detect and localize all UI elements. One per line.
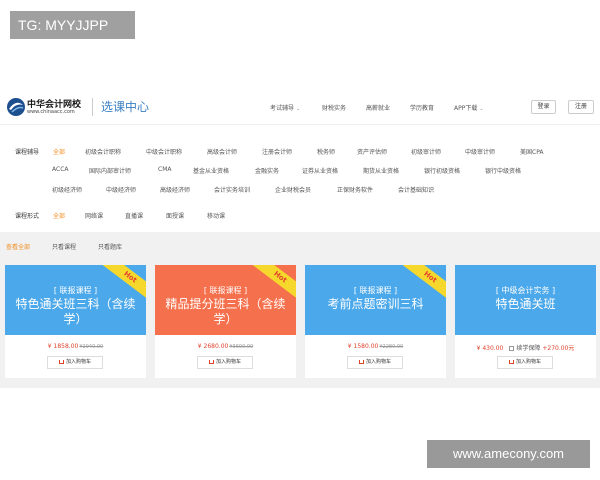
addon-price: +270.00元 <box>542 345 575 352</box>
filter-all[interactable]: 全部 <box>53 147 65 156</box>
chevron-down-icon: ⌄ <box>479 106 484 112</box>
filter-option[interactable]: 银行初级资格 <box>424 166 460 175</box>
course-card[interactable]: [ 联报课程 ] 考前点题密训三科 Hot ¥ 1580.00¥2280.00 … <box>305 265 446 378</box>
filter-panel: 课程辅导 全部 初级会计职称 中级会计职称 高级会计师 注册会计师 税务师 资产… <box>0 124 600 232</box>
card-title: 特色通关班 <box>495 297 556 311</box>
add-to-cart-label: 加入购物车 <box>65 359 91 365</box>
format-option[interactable]: 移动课 <box>207 211 225 220</box>
tab-questions-only[interactable]: 只看题库 <box>98 242 122 251</box>
logo-divider <box>92 98 93 116</box>
price-row: ¥ 1580.00¥2280.00 <box>305 343 446 350</box>
card-banner[interactable]: [ 联报课程 ] 精品提分班三科（含续学） Hot <box>155 265 296 335</box>
filter-option[interactable]: 高级经济师 <box>160 185 190 194</box>
original-price: ¥2940.00 <box>79 344 104 350</box>
filter-option[interactable]: 中级经济师 <box>106 185 136 194</box>
price: ¥ 430.00 <box>476 345 504 352</box>
filter-option[interactable]: ACCA <box>52 166 68 173</box>
card-tag: [ 联报课程 ] <box>353 286 398 295</box>
card-tag: [ 中级会计实务 ] <box>495 286 556 295</box>
add-to-cart-label: 加入购物车 <box>215 359 241 365</box>
card-title: 考前点题密训三科 <box>327 297 424 311</box>
filter-option[interactable]: 税务师 <box>317 147 335 156</box>
card-title: 精品提分班三科（含续学） <box>165 297 286 326</box>
price-row: ¥ 430.00 续学保障 +270.00元 <box>455 343 596 352</box>
cart-icon <box>58 359 64 364</box>
nav-label: APP下载 <box>454 105 478 112</box>
filter-option[interactable]: 基金从业资格 <box>193 166 229 175</box>
price: ¥ 2680.00 <box>197 343 229 350</box>
filter-label-format: 课程形式 <box>15 213 40 220</box>
section-title: 选课中心 <box>101 100 150 114</box>
cart-icon <box>358 359 364 364</box>
filter-option[interactable]: 高级会计师 <box>207 147 237 156</box>
filter-option[interactable]: 会计实务培训 <box>214 185 250 194</box>
register-button[interactable]: 注册 <box>568 100 594 114</box>
tg-badge: TG: MYYJJPP <box>10 11 135 39</box>
card-tag: [ 联报课程 ] <box>203 286 248 295</box>
filter-option[interactable]: 企业财税会员 <box>275 185 311 194</box>
course-card[interactable]: [ 联报课程 ] 精品提分班三科（含续学） Hot ¥ 2680.00¥3600… <box>155 265 296 378</box>
add-to-cart-button[interactable]: 加入购物车 <box>47 356 103 369</box>
addon-label: 续学保障 <box>516 345 541 352</box>
add-to-cart-button[interactable]: 加入购物车 <box>347 356 403 369</box>
filter-option[interactable]: 期货从业资格 <box>363 166 399 175</box>
card-banner[interactable]: [ 联报课程 ] 特色通关班三科（含续学） Hot <box>5 265 146 335</box>
site-logo[interactable]: 中华会计网校 www.chinaacc.com <box>6 94 96 120</box>
price: ¥ 1858.00 <box>47 343 79 350</box>
format-option[interactable]: 面授课 <box>166 211 184 220</box>
filter-label-exam: 课程辅导 <box>15 149 40 156</box>
filter-option[interactable]: 中级会计职称 <box>146 147 182 156</box>
course-card[interactable]: [ 联报课程 ] 特色通关班三科（含续学） Hot ¥ 1858.00¥2940… <box>5 265 146 378</box>
filter-option[interactable]: 资产评估师 <box>357 147 387 156</box>
add-to-cart-button[interactable]: 加入购物车 <box>497 356 553 369</box>
filter-option[interactable]: 美国CPA <box>520 147 544 156</box>
format-all[interactable]: 全部 <box>53 211 65 220</box>
nav-finance-tax[interactable]: 财税实务 <box>322 103 346 112</box>
filter-option[interactable]: 初级会计职称 <box>85 147 121 156</box>
logo-url: www.chinaacc.com <box>27 109 75 115</box>
filter-option[interactable]: 金融实务 <box>255 166 279 175</box>
nav-exam-tutoring[interactable]: 考试辅导 ⌄ <box>270 103 300 112</box>
filter-option[interactable]: 会计基础知识 <box>398 185 434 194</box>
renewal-checkbox[interactable] <box>509 346 515 351</box>
filter-option[interactable]: 中级审计师 <box>465 147 495 156</box>
filter-option[interactable]: 正保财务软件 <box>337 185 373 194</box>
filter-option[interactable]: 初级审计师 <box>411 147 441 156</box>
card-tag: [ 联报课程 ] <box>53 286 98 295</box>
header: 中华会计网校 www.chinaacc.com 选课中心 考试辅导 ⌄ 财税实务 … <box>0 92 600 124</box>
original-price: ¥3600.00 <box>229 344 254 350</box>
add-to-cart-label: 加入购物车 <box>365 359 391 365</box>
nav-employment[interactable]: 高薪就业 <box>366 103 390 112</box>
card-banner[interactable]: [ 中级会计实务 ] 特色通关班 <box>455 265 596 335</box>
tab-view-all[interactable]: 查看全部 <box>6 242 30 251</box>
cart-icon <box>508 359 514 364</box>
filter-option[interactable]: 初级经济师 <box>52 185 82 194</box>
original-price: ¥2280.00 <box>379 344 404 350</box>
price-row: ¥ 2680.00¥3600.00 <box>155 343 296 350</box>
card-banner[interactable]: [ 联报课程 ] 考前点题密训三科 Hot <box>305 265 446 335</box>
chevron-down-icon: ⌄ <box>296 106 301 112</box>
tab-courses-only[interactable]: 只看课程 <box>52 242 76 251</box>
nav-degree-education[interactable]: 学历教育 <box>410 103 434 112</box>
card-title: 特色通关班三科（含续学） <box>15 297 136 326</box>
logo-icon <box>7 98 25 116</box>
price: ¥ 1580.00 <box>347 343 379 350</box>
price-row: ¥ 1858.00¥2940.00 <box>5 343 146 350</box>
filter-option[interactable]: 国际内部审计师 <box>89 166 131 175</box>
course-card[interactable]: [ 中级会计实务 ] 特色通关班 ¥ 430.00 续学保障 +270.00元 加入… <box>455 265 596 378</box>
add-to-cart-label: 加入购物车 <box>515 359 541 365</box>
filter-option[interactable]: CMA <box>158 166 171 173</box>
nav-label: 考试辅导 <box>270 105 295 112</box>
filter-option[interactable]: 注册会计师 <box>262 147 292 156</box>
filter-option[interactable]: 银行中级资格 <box>485 166 521 175</box>
nav-app-download[interactable]: APP下载 ⌄ <box>454 103 484 112</box>
format-option[interactable]: 直播课 <box>125 211 143 220</box>
add-to-cart-button[interactable]: 加入购物车 <box>197 356 253 369</box>
filter-option[interactable]: 证券从业资格 <box>302 166 338 175</box>
watermark: www.amecony.com <box>427 440 590 468</box>
page: TG: MYYJJPP 中华会计网校 www.chinaacc.com 选课中心… <box>0 0 600 480</box>
cart-icon <box>208 359 214 364</box>
login-button[interactable]: 登录 <box>531 100 556 114</box>
format-option[interactable]: 网络课 <box>85 211 103 220</box>
